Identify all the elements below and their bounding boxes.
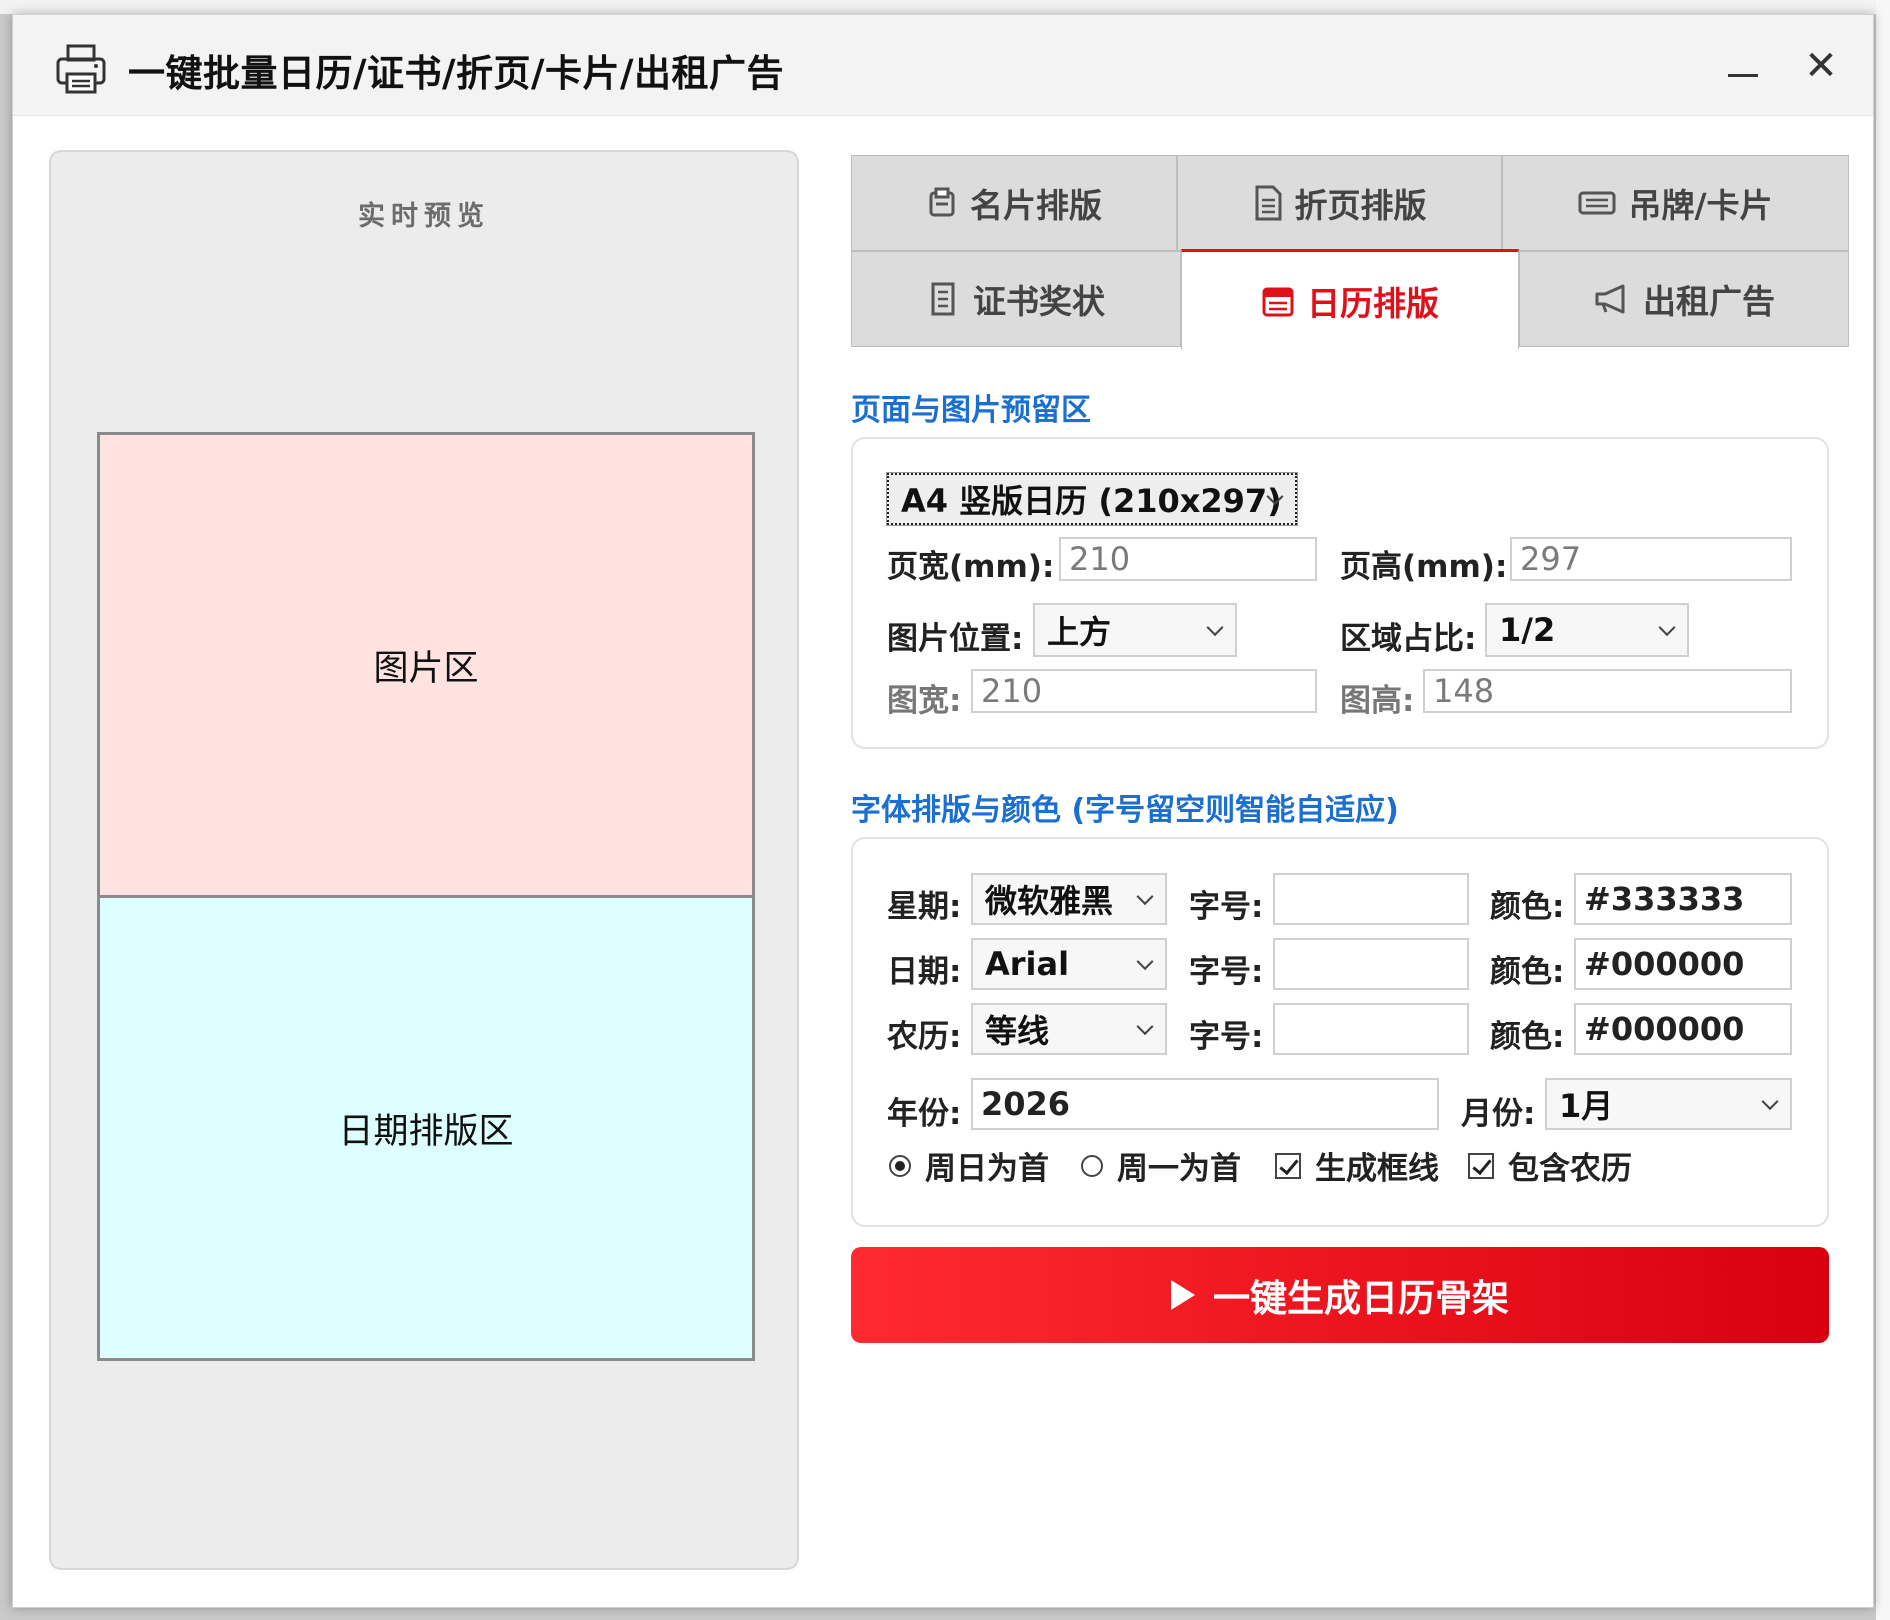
area-ratio-select[interactable]: 1/2	[1485, 603, 1689, 657]
lunar-label: 农历:	[887, 1019, 962, 1055]
tab-rental[interactable]: 出租广告	[1519, 251, 1849, 347]
year-input[interactable]: 2026	[971, 1078, 1439, 1130]
date-font-value: Arial	[985, 945, 1070, 983]
month-select[interactable]: 1月	[1545, 1078, 1792, 1130]
weekday-color-label: 颜色:	[1490, 889, 1565, 925]
tab-rental-label: 出租广告	[1643, 282, 1775, 321]
id-card-icon	[1578, 191, 1616, 215]
image-height-input[interactable]: 148	[1423, 669, 1792, 713]
monday-first-radio[interactable]: 周一为首	[1081, 1143, 1241, 1188]
weekday-label: 星期:	[887, 889, 962, 925]
area-ratio-label: 区域占比:	[1340, 621, 1477, 657]
tab-fold[interactable]: 折页排版	[1177, 155, 1502, 251]
generate-calendar-label: 一键生成日历骨架	[1213, 1277, 1509, 1320]
live-preview-panel: 实时预览 图片区 日期排版区	[49, 150, 799, 1570]
page-width-input[interactable]: 210	[1059, 537, 1317, 581]
minimize-button[interactable]	[1713, 41, 1773, 91]
date-font-select[interactable]: Arial	[971, 938, 1167, 990]
lunar-checkbox[interactable]: 包含农历	[1468, 1143, 1632, 1188]
image-position-value: 上方	[1047, 613, 1112, 651]
font-section-title: 字体排版与颜色 (字号留空则智能自适应)	[851, 793, 1399, 828]
page-height-input[interactable]: 297	[1510, 537, 1792, 581]
lunar-color-input[interactable]: #000000	[1574, 1003, 1792, 1055]
page-preset-select[interactable]: A4 竖版日历 (210x297)	[886, 472, 1298, 526]
generate-calendar-button[interactable]: 一键生成日历骨架	[851, 1247, 1829, 1343]
window-title: 一键批量日历/证书/折页/卡片/出租广告	[128, 52, 785, 95]
page-width-label: 页宽(mm):	[887, 549, 1055, 585]
lunar-option-label: 包含农历	[1508, 1151, 1632, 1187]
chevron-down-icon	[1761, 1093, 1779, 1111]
tab-calendar-label: 日历排版	[1307, 283, 1439, 323]
image-height-label: 图高:	[1340, 683, 1415, 719]
title-bar[interactable]: 一键批量日历/证书/折页/卡片/出租广告 ✕	[13, 15, 1873, 116]
image-position-select[interactable]: 上方	[1033, 603, 1237, 657]
tab-card[interactable]: 名片排版	[851, 155, 1177, 251]
tab-certificate[interactable]: 证书奖状	[851, 251, 1181, 347]
image-position-label: 图片位置:	[887, 621, 1024, 657]
background-window-edge	[1876, 0, 1890, 1620]
tab-tag[interactable]: 吊牌/卡片	[1502, 155, 1849, 251]
radio-unchecked-icon	[1081, 1154, 1103, 1177]
lunar-size-input[interactable]	[1273, 1003, 1469, 1055]
month-value: 1月	[1559, 1087, 1614, 1125]
play-icon	[1171, 1280, 1195, 1310]
lunar-size-label: 字号:	[1189, 1019, 1264, 1055]
weekday-font-value: 微软雅黑	[985, 882, 1114, 920]
scroll-icon	[931, 282, 955, 316]
sunday-first-label: 周日为首	[925, 1151, 1049, 1187]
tab-card-label: 名片排版	[970, 186, 1102, 225]
year-label: 年份:	[887, 1096, 962, 1132]
lunar-font-select[interactable]: 等线	[971, 1003, 1167, 1055]
card-icon	[929, 187, 955, 217]
image-width-label: 图宽:	[887, 683, 962, 719]
date-color-input[interactable]: #000000	[1574, 938, 1792, 990]
chevron-down-icon	[1136, 888, 1154, 906]
page-section-title: 页面与图片预留区	[851, 393, 1091, 428]
grid-lines-label: 生成框线	[1315, 1151, 1439, 1187]
tab-calendar[interactable]: 日历排版	[1181, 249, 1519, 349]
megaphone-icon	[1595, 284, 1625, 314]
image-width-input[interactable]: 210	[971, 669, 1317, 713]
minimize-icon	[1728, 73, 1758, 77]
chevron-down-icon	[1206, 619, 1224, 637]
date-label: 日期:	[887, 954, 962, 990]
checkbox-checked-icon	[1468, 1152, 1494, 1179]
weekday-size-input[interactable]	[1273, 873, 1469, 925]
close-button[interactable]: ✕	[1791, 41, 1851, 91]
monday-first-label: 周一为首	[1117, 1151, 1241, 1187]
app-window: 一键批量日历/证书/折页/卡片/出租广告 ✕ 实时预览 图片区 日期排版区 名片…	[12, 14, 1874, 1608]
chevron-down-icon	[1136, 953, 1154, 971]
sunday-first-radio[interactable]: 周日为首	[889, 1143, 1049, 1188]
page-height-label: 页高(mm):	[1340, 549, 1508, 585]
calendar-icon	[1262, 287, 1294, 316]
radio-checked-icon	[889, 1154, 911, 1177]
document-icon	[1255, 185, 1281, 221]
preview-date-zone: 日期排版区	[97, 895, 755, 1361]
month-label: 月份:	[1461, 1096, 1536, 1132]
tab-certificate-label: 证书奖状	[973, 282, 1105, 321]
weekday-font-select[interactable]: 微软雅黑	[971, 873, 1167, 925]
preview-label: 实时预览	[358, 201, 490, 232]
preview-image-zone: 图片区	[97, 432, 755, 898]
date-size-label: 字号:	[1189, 954, 1264, 990]
grid-lines-checkbox[interactable]: 生成框线	[1275, 1143, 1439, 1188]
weekday-size-label: 字号:	[1189, 889, 1264, 925]
checkbox-checked-icon	[1275, 1152, 1301, 1179]
tab-fold-label: 折页排版	[1294, 186, 1427, 225]
date-size-input[interactable]	[1273, 938, 1469, 990]
page-preset-value: A4 竖版日历 (210x297)	[901, 482, 1282, 520]
area-ratio-value: 1/2	[1499, 611, 1556, 649]
chevron-down-icon	[1136, 1018, 1154, 1036]
tab-tag-label: 吊牌/卡片	[1628, 186, 1773, 225]
printer-icon	[56, 44, 106, 94]
date-color-label: 颜色:	[1490, 954, 1565, 990]
weekday-color-input[interactable]: #333333	[1574, 873, 1792, 925]
lunar-font-value: 等线	[985, 1012, 1050, 1050]
lunar-color-label: 颜色:	[1490, 1019, 1565, 1055]
chevron-down-icon	[1658, 619, 1676, 637]
background-window-strip	[0, 0, 1890, 14]
